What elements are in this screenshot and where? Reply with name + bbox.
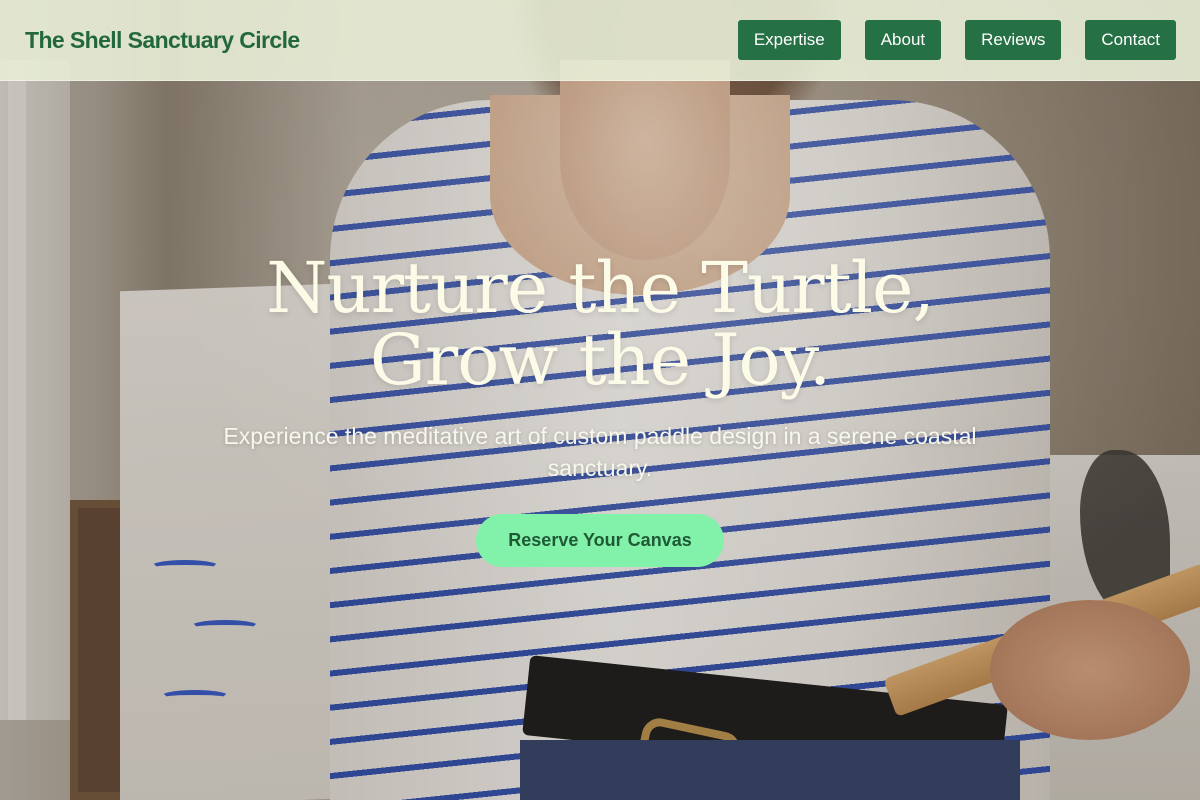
reserve-canvas-button[interactable]: Reserve Your Canvas <box>476 514 724 567</box>
nav-expertise-button[interactable]: Expertise <box>737 20 841 60</box>
nav-contact-button[interactable]: Contact <box>1085 20 1176 60</box>
hero-title: Nurture the Turtle, Grow the Joy. <box>266 247 934 401</box>
hero-subtitle: Experience the meditative art of custom … <box>223 423 977 481</box>
nav-links: Expertise About Reviews Contact <box>737 20 1176 60</box>
brand-logo-text[interactable]: The Shell Sanctuary Circle <box>25 27 300 54</box>
nav-about-button[interactable]: About <box>864 20 942 60</box>
hero-section: Nurture the Turtle, Grow the Joy. Experi… <box>0 0 1200 800</box>
nav-reviews-button[interactable]: Reviews <box>965 20 1062 60</box>
top-navigation: The Shell Sanctuary Circle Expertise Abo… <box>0 0 1200 81</box>
